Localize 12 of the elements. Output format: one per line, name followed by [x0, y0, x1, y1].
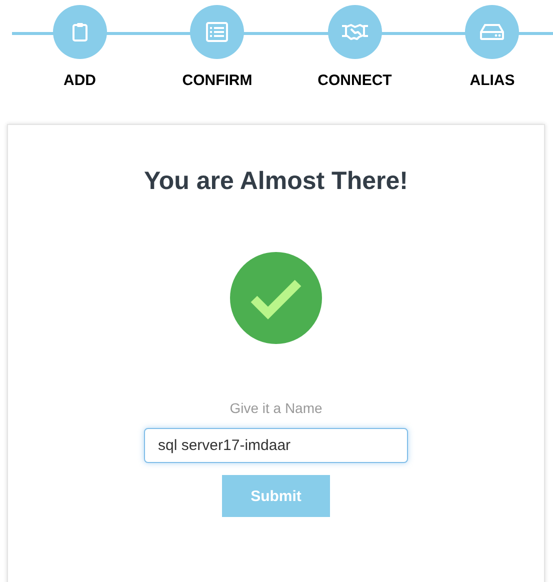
success-check-icon: [230, 252, 322, 344]
name-field[interactable]: sql server17-imdaar: [144, 428, 408, 463]
handshake-icon: [340, 23, 369, 41]
hard-drive-icon: [480, 24, 504, 40]
field-label: Give it a Name: [230, 400, 322, 416]
step-label: ADD: [64, 72, 96, 89]
list-icon: [206, 22, 228, 42]
step-label: ALIAS: [470, 72, 515, 89]
step-label: CONNECT: [318, 72, 392, 89]
step-label: CONFIRM: [182, 72, 252, 89]
clipboard-icon: [72, 22, 88, 42]
card-title: You are Almost There!: [144, 167, 408, 196]
